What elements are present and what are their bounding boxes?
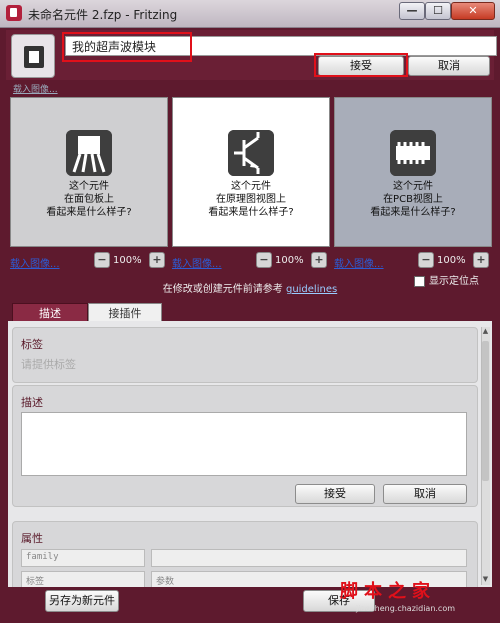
- pcb-view-panel[interactable]: 这个元件 在PCB视图上 看起来是什么样子?: [334, 97, 492, 247]
- pcb-icon: [390, 130, 436, 176]
- schematic-zoom-out-button[interactable]: −: [256, 252, 272, 268]
- breadboard-zoom-value: 100%: [113, 255, 142, 266]
- tags-input[interactable]: 请提供标签: [21, 356, 76, 372]
- property-key-family[interactable]: family: [21, 549, 145, 567]
- watermark-url: jiaocheng.chazidian.com: [356, 604, 456, 613]
- window-title: 未命名元件 2.fzp - Fritzing: [28, 8, 178, 22]
- pcb-zoom-in-button[interactable]: +: [473, 252, 489, 268]
- description-textarea[interactable]: [21, 412, 467, 476]
- highlight-box-title: [62, 32, 192, 62]
- schematic-zoom-value: 100%: [275, 255, 304, 266]
- scroll-thumb[interactable]: [482, 341, 489, 481]
- app-window: 未命名元件 2.fzp - Fritzing — ☐ ✕ 我的超声波模块 接受 …: [0, 0, 500, 623]
- part-image-icon[interactable]: [11, 34, 55, 78]
- tab-description[interactable]: 描述: [12, 303, 88, 323]
- property-value-family[interactable]: [151, 549, 467, 567]
- load-image-link[interactable]: 载入图像...: [13, 82, 58, 95]
- scroll-up-icon[interactable]: ▲: [481, 327, 490, 337]
- guidelines-link[interactable]: guidelines: [286, 284, 337, 295]
- breadboard-zoom-in-button[interactable]: +: [149, 252, 165, 268]
- properties-title: 属性: [21, 532, 43, 545]
- tab-bar: 描述 接插件: [8, 303, 492, 323]
- maximize-button[interactable]: ☐: [425, 2, 451, 20]
- pcb-load-image-link[interactable]: 载入图像...: [334, 255, 384, 270]
- accept-description-button[interactable]: 接受: [295, 484, 375, 504]
- highlight-box-accept: [314, 53, 408, 77]
- scroll-down-icon[interactable]: ▼: [481, 575, 490, 585]
- description-section: 描述 接受 取消: [12, 385, 478, 507]
- schematic-view-panel[interactable]: 这个元件 在原理图视图上 看起来是什么样子?: [172, 97, 330, 247]
- fritzing-app-icon: [6, 5, 22, 21]
- schematic-view-text: 这个元件 在原理图视图上 看起来是什么样子?: [208, 181, 294, 218]
- schematic-load-image-link[interactable]: 载入图像...: [172, 255, 222, 270]
- breadboard-view-panel[interactable]: 这个元件 在面包板上 看起来是什么样子?: [10, 97, 168, 247]
- content-area: 标签 请提供标签 描述 接受 取消 属性 family 标签 参数 ▲ ▼: [8, 321, 492, 587]
- breadboard-icon: [66, 130, 112, 176]
- tags-title: 标签: [21, 338, 43, 351]
- breadboard-zoom-out-button[interactable]: −: [94, 252, 110, 268]
- schematic-icon: [228, 130, 274, 176]
- property-key-tags[interactable]: 标签: [21, 571, 145, 587]
- tab-connectors[interactable]: 接插件: [88, 303, 162, 323]
- watermark-logo: 脚本之家: [340, 581, 436, 602]
- description-title: 描述: [21, 396, 43, 409]
- breadboard-view-text: 这个元件 在面包板上 看起来是什么样子?: [46, 181, 132, 218]
- close-button[interactable]: ✕: [451, 2, 495, 20]
- pcb-zoom-out-button[interactable]: −: [418, 252, 434, 268]
- tags-section: 标签 请提供标签: [12, 327, 478, 383]
- title-bar: 未命名元件 2.fzp - Fritzing — ☐ ✕: [0, 0, 500, 28]
- save-as-new-part-button[interactable]: 另存为新元件: [45, 590, 119, 612]
- guidelines-note: 在修改或创建元件前请参考 guidelines: [162, 284, 338, 295]
- schematic-zoom-in-button[interactable]: +: [311, 252, 327, 268]
- cancel-title-button[interactable]: 取消: [408, 56, 490, 76]
- pcb-zoom-value: 100%: [437, 255, 466, 266]
- part-shape: [24, 46, 44, 68]
- breadboard-load-image-link[interactable]: 载入图像...: [10, 255, 60, 270]
- minimize-button[interactable]: —: [399, 2, 425, 20]
- cancel-description-button[interactable]: 取消: [383, 484, 467, 504]
- pcb-view-text: 这个元件 在PCB视图上 看起来是什么样子?: [370, 181, 456, 218]
